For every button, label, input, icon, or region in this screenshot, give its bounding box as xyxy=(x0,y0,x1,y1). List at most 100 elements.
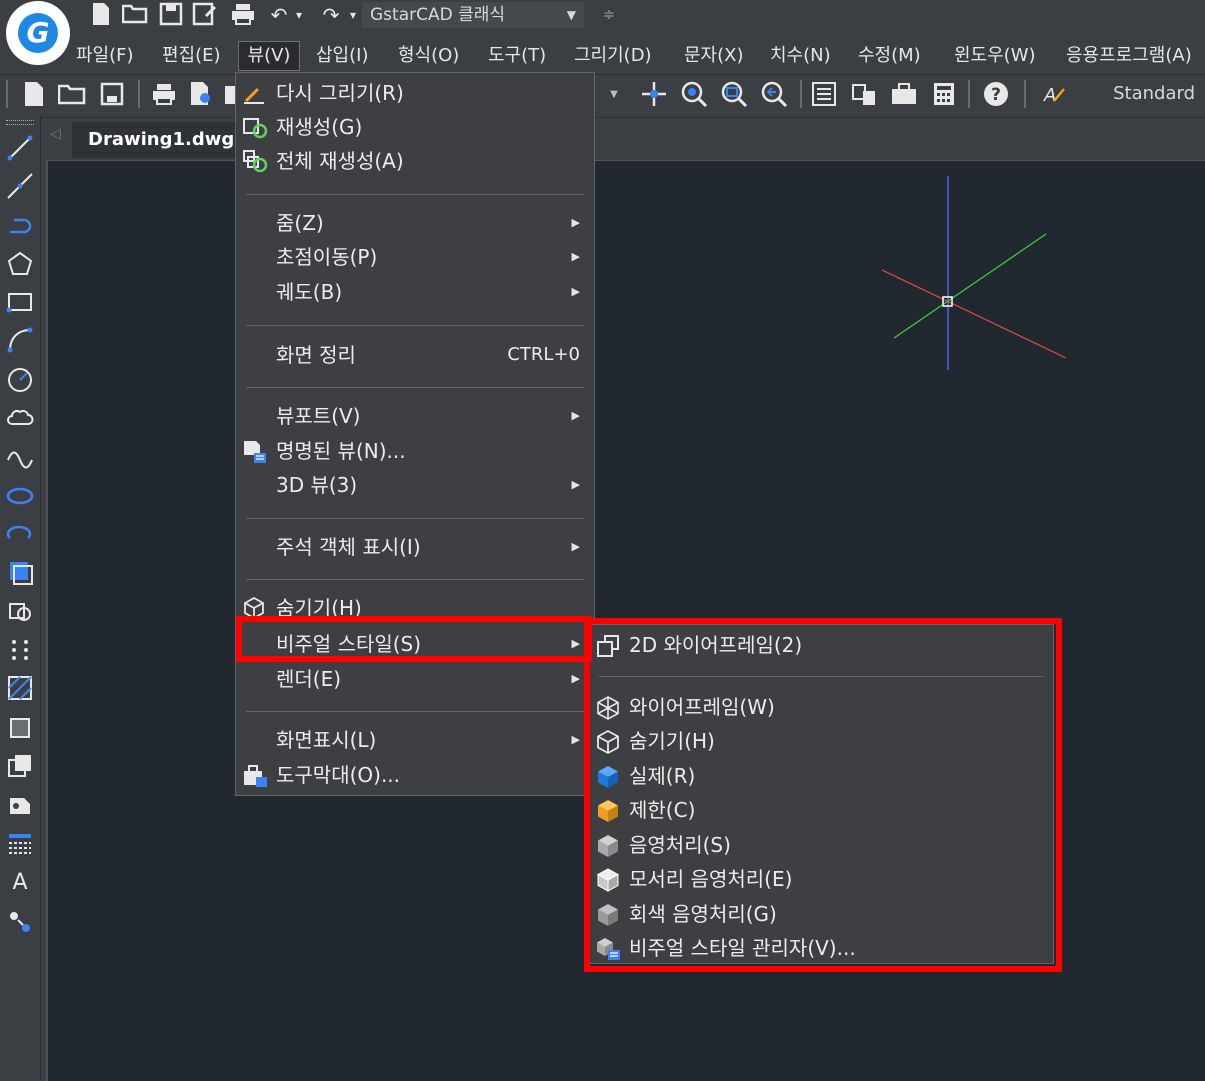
redo-icon[interactable]: ↷ xyxy=(318,2,344,28)
plot-icon[interactable] xyxy=(148,78,180,110)
zoom-window-icon[interactable] xyxy=(718,78,750,110)
crosshair-cursor-icon xyxy=(881,176,1067,370)
revision-cloud-icon[interactable] xyxy=(4,402,36,434)
region-icon[interactable] xyxy=(4,750,36,782)
customize-quick-access-icon[interactable]: ≑ xyxy=(598,2,620,28)
menu-applications[interactable]: 응용프로그램(A) xyxy=(1066,42,1192,70)
menu-item-regen[interactable]: 재생성(G) xyxy=(236,111,594,143)
multiline-icon[interactable] xyxy=(4,828,36,860)
shaded-edges-icon xyxy=(595,867,620,892)
menu-item-hide[interactable]: 숨기기(H) xyxy=(236,592,594,616)
pan-realtime-icon[interactable] xyxy=(638,78,670,110)
plot-preview-icon[interactable] xyxy=(186,78,218,110)
arc-icon[interactable] xyxy=(4,324,36,356)
submenu-item-shades-of-gray[interactable]: 회색 음영처리(G) xyxy=(589,898,1053,930)
menu-tools[interactable]: 도구(T) xyxy=(488,42,546,70)
zoom-previous-icon[interactable] xyxy=(758,78,790,110)
submenu-arrow-icon: ▶ xyxy=(571,409,580,422)
undo-dropdown-icon[interactable]: ▾ xyxy=(292,2,306,28)
publish-icon[interactable] xyxy=(222,78,236,110)
save-as-icon[interactable] xyxy=(192,2,218,28)
point-icon[interactable] xyxy=(4,634,36,666)
menu-item-redraw[interactable]: 다시 그리기(R) xyxy=(236,77,594,109)
toolbar-grip[interactable] xyxy=(1024,80,1026,108)
open-icon[interactable] xyxy=(56,78,88,110)
add-selected-icon[interactable] xyxy=(4,906,36,938)
menu-item-named-views[interactable]: 명명된 뷰(N)... xyxy=(236,435,594,467)
tab-scroll-left-icon[interactable]: ◁ xyxy=(50,126,61,142)
menu-view[interactable]: 뷰(V) xyxy=(238,41,300,71)
wireframe-2d-icon xyxy=(595,633,619,657)
table-icon[interactable] xyxy=(4,790,36,822)
polyline-icon[interactable] xyxy=(4,208,36,240)
construction-line-icon[interactable] xyxy=(4,170,36,202)
menu-modify[interactable]: 수정(M) xyxy=(858,42,921,70)
menu-item-orbit[interactable]: 궤도(B) ▶ xyxy=(236,276,594,308)
calculator-icon[interactable] xyxy=(928,78,960,110)
rectangle-icon[interactable] xyxy=(4,286,36,318)
menu-item-visual-styles[interactable]: 비주얼 스타일(S) ▶ xyxy=(236,628,594,660)
gradient-icon[interactable] xyxy=(4,712,36,744)
menu-item-annotation-display[interactable]: 주석 객체 표시(I) ▶ xyxy=(236,531,594,563)
multiline-text-icon[interactable]: A xyxy=(4,866,36,898)
submenu-item-visual-styles-manager[interactable]: 비주얼 스타일 관리자(V)... xyxy=(589,932,1053,964)
menu-format[interactable]: 형식(O) xyxy=(398,42,459,70)
ellipse-icon[interactable] xyxy=(4,480,36,512)
toolbar-grip[interactable] xyxy=(6,120,34,125)
menu-item-3d-views[interactable]: 3D 뷰(3) ▶ xyxy=(236,469,594,501)
undo-icon[interactable]: ↶ xyxy=(266,2,292,28)
polygon-icon[interactable] xyxy=(4,248,36,280)
new-icon[interactable] xyxy=(18,78,50,110)
spline-icon[interactable] xyxy=(4,440,36,472)
submenu-item-shaded[interactable]: 음영처리(S) xyxy=(589,829,1053,861)
save-icon[interactable] xyxy=(96,78,128,110)
redo-dropdown-icon[interactable]: ▾ xyxy=(346,2,360,28)
menu-item-regen-all[interactable]: 전체 재생성(A) xyxy=(236,145,594,177)
toolbar-dropdown-icon[interactable]: ▼ xyxy=(604,78,624,110)
menu-draw[interactable]: 그리기(D) xyxy=(574,42,652,70)
menu-item-clean-screen[interactable]: 화면 정리 CTRL+0 xyxy=(236,339,594,371)
print-icon[interactable] xyxy=(230,2,256,28)
menu-item-toolbars[interactable]: 도구막대(O)... xyxy=(236,759,594,791)
ellipse-arc-icon[interactable] xyxy=(4,518,36,550)
submenu-arrow-icon: ▶ xyxy=(571,733,580,746)
tool-palettes-icon[interactable] xyxy=(888,78,920,110)
properties-icon[interactable] xyxy=(808,78,840,110)
save-icon[interactable] xyxy=(158,2,184,28)
text-style-select[interactable]: Standard xyxy=(1100,80,1205,108)
submenu-item-2d-wireframe[interactable]: 2D 와이어프레임(2) xyxy=(589,629,1053,661)
workspace-label: GstarCAD 클래식 xyxy=(370,5,506,25)
tab-drawing1[interactable]: Drawing1.dwg xyxy=(72,122,242,158)
menu-window[interactable]: 윈도우(W) xyxy=(954,42,1036,70)
submenu-item-realistic[interactable]: 실제(R) xyxy=(589,760,1053,792)
menu-item-render[interactable]: 렌더(E) ▶ xyxy=(236,663,594,695)
help-icon[interactable]: ? xyxy=(980,78,1012,110)
zoom-realtime-icon[interactable] xyxy=(678,78,710,110)
circle-icon[interactable] xyxy=(4,364,36,396)
menu-insert[interactable]: 삽입(I) xyxy=(316,42,368,70)
open-folder-icon[interactable] xyxy=(121,2,148,28)
menu-item-zoom[interactable]: 줌(Z) ▶ xyxy=(236,207,594,239)
submenu-item-hidden[interactable]: 숨기기(H) xyxy=(589,725,1053,757)
toolbar-grip[interactable] xyxy=(6,80,8,108)
menu-file[interactable]: 파일(F) xyxy=(76,42,134,70)
menu-text[interactable]: 문자(X) xyxy=(684,42,744,70)
menu-edit[interactable]: 편집(E) xyxy=(162,42,221,70)
svg-text:A: A xyxy=(1043,85,1056,106)
submenu-item-shaded-edges[interactable]: 모서리 음영처리(E) xyxy=(589,863,1053,895)
line-icon[interactable] xyxy=(4,132,36,164)
text-style-icon[interactable]: A xyxy=(1038,78,1070,110)
app-logo[interactable]: G xyxy=(6,1,70,65)
insert-block-icon[interactable] xyxy=(4,556,36,588)
workspace-select[interactable]: GstarCAD 클래식 ▼ xyxy=(362,2,584,28)
submenu-item-conceptual[interactable]: 제한(C) xyxy=(589,794,1053,826)
make-block-icon[interactable] xyxy=(4,596,36,628)
menu-item-display[interactable]: 화면표시(L) ▶ xyxy=(236,724,594,756)
design-center-icon[interactable] xyxy=(848,78,880,110)
new-file-icon[interactable] xyxy=(88,2,114,28)
menu-item-viewports[interactable]: 뷰포트(V) ▶ xyxy=(236,400,594,432)
menu-item-pan[interactable]: 초점이동(P) ▶ xyxy=(236,241,594,273)
submenu-item-wireframe[interactable]: 와이어프레임(W) xyxy=(589,691,1053,723)
hatch-icon[interactable] xyxy=(4,672,36,704)
menu-dimension[interactable]: 치수(N) xyxy=(770,42,831,70)
